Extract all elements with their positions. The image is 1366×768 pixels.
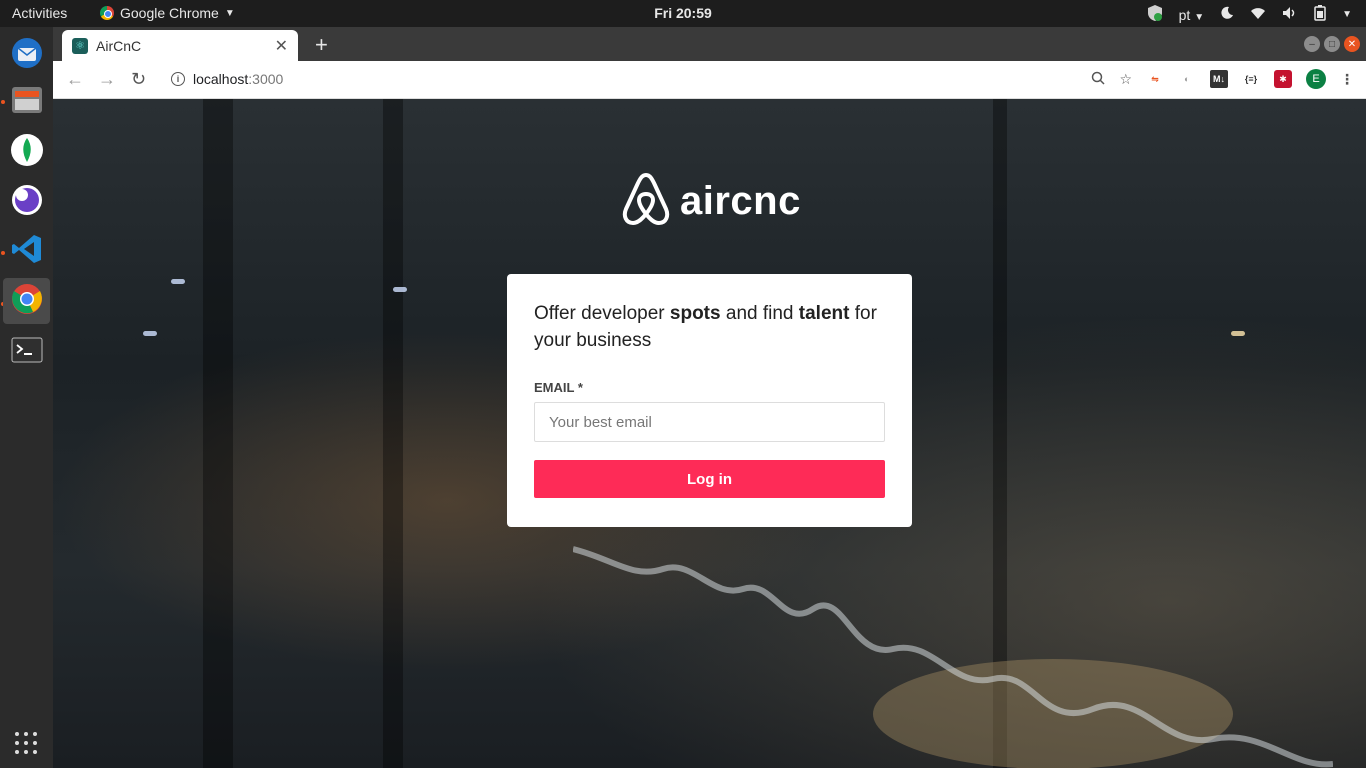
dock-vscode[interactable]	[3, 228, 50, 274]
close-window-icon[interactable]: ✕	[1344, 36, 1360, 52]
system-top-bar: Activities Google Chrome ▼ Fri 20:59 pt …	[0, 0, 1366, 27]
battery-icon	[1314, 5, 1326, 24]
dock-thunderbird[interactable]	[3, 32, 50, 78]
mongodb-compass-icon	[10, 133, 44, 172]
logo-wordmark: aircnc	[680, 179, 801, 223]
headline-text: and find	[720, 303, 799, 324]
site-info-icon[interactable]: i	[171, 72, 185, 86]
forward-icon[interactable]: →	[98, 69, 116, 90]
background-light	[171, 279, 185, 284]
close-tab-icon[interactable]: ✕	[275, 36, 288, 56]
language-indicator[interactable]: pt ▼	[1179, 7, 1204, 23]
wifi-icon	[1250, 6, 1266, 23]
email-field[interactable]	[534, 402, 885, 442]
browser-tab-strip: ⚛ AirCnC ✕ + – □ ✕	[53, 27, 1366, 61]
terminal-icon	[11, 337, 43, 368]
language-label: pt	[1178, 6, 1191, 23]
email-label: EMAIL *	[534, 380, 583, 395]
headline-text: Offer developer	[534, 303, 670, 324]
background-light	[143, 331, 157, 336]
system-tray[interactable]: pt ▼ ▼	[1147, 4, 1352, 25]
dock-terminal[interactable]	[3, 329, 50, 375]
extension-markdown-icon[interactable]: M↓	[1210, 70, 1228, 88]
profile-avatar[interactable]: E	[1306, 69, 1326, 89]
system-menu-chevron-icon[interactable]: ▼	[1342, 9, 1352, 20]
aircnc-logo: aircnc	[620, 171, 801, 232]
back-icon[interactable]: ←	[66, 69, 84, 90]
login-card: Offer developer spots and find talent fo…	[507, 274, 912, 527]
shield-icon[interactable]	[1147, 4, 1163, 25]
url-host: localhost	[193, 71, 249, 87]
page-background: aircnc Offer developer spots and find ta…	[53, 99, 1366, 768]
headline: Offer developer spots and find talent fo…	[534, 300, 885, 354]
url-port: :3000	[248, 71, 284, 87]
dock-insomnia[interactable]	[3, 179, 50, 225]
extension-git-icon[interactable]: ⇋	[1146, 70, 1164, 88]
chrome-icon	[11, 283, 43, 320]
bookmark-star-icon[interactable]: ☆	[1119, 71, 1132, 88]
login-button[interactable]: Log in	[534, 460, 885, 498]
extensions-area: ☆ ⇋ ◐ M↓ {≡} ✱ E ⋮	[1091, 69, 1354, 89]
headline-emphasis-spots: spots	[669, 303, 721, 324]
background-light	[393, 287, 407, 292]
files-icon	[11, 85, 43, 120]
zoom-icon[interactable]	[1091, 71, 1105, 88]
dock-mongodb-compass[interactable]	[3, 129, 50, 175]
menu-icon[interactable]: ⋮	[1340, 71, 1354, 88]
react-favicon-icon: ⚛	[72, 37, 88, 54]
headline-emphasis-talent: talent	[798, 303, 850, 324]
dock	[0, 27, 53, 768]
new-tab-button[interactable]: +	[315, 32, 328, 58]
tab-aircnc[interactable]: ⚛ AirCnC ✕	[62, 30, 298, 61]
dock-files[interactable]	[3, 79, 50, 125]
maximize-icon[interactable]: □	[1324, 36, 1340, 52]
thunderbird-icon	[10, 36, 44, 75]
vscode-icon	[11, 233, 43, 270]
extension-compass-icon[interactable]: ◐	[1178, 70, 1196, 88]
extension-json-icon[interactable]: {≡}	[1242, 70, 1260, 88]
window-controls: – □ ✕	[1304, 36, 1360, 52]
omnibox[interactable]: i localhost:3000	[171, 71, 283, 87]
insomnia-icon	[10, 183, 44, 222]
reload-icon[interactable]: ↻	[131, 69, 146, 90]
tab-title: AirCnC	[96, 37, 142, 54]
show-applications-icon[interactable]	[15, 732, 37, 754]
extension-red-icon[interactable]: ✱	[1274, 70, 1292, 88]
volume-icon	[1282, 6, 1298, 23]
minimize-icon[interactable]: –	[1304, 36, 1320, 52]
background-light	[1231, 331, 1245, 336]
background-pillar	[203, 99, 233, 768]
browser-toolbar: ← → ↻ i localhost:3000 ☆ ⇋ ◐ M↓ {≡} ✱ E …	[53, 61, 1366, 99]
glass-decoration	[573, 546, 1333, 768]
airbnb-logo-icon	[620, 171, 672, 232]
background-pillar	[383, 99, 403, 768]
night-light-icon	[1220, 6, 1234, 23]
dock-chrome[interactable]	[3, 278, 50, 324]
